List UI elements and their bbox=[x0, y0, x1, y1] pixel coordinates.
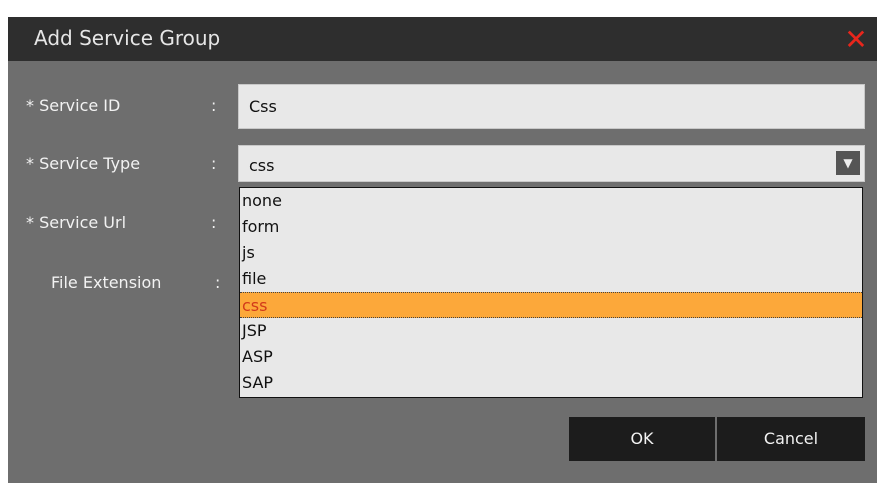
file-extension-colon: : bbox=[215, 273, 221, 292]
add-service-group-dialog: Add Service Group ✕ * Service ID : Css *… bbox=[8, 17, 877, 483]
dropdown-option-form[interactable]: form bbox=[240, 214, 862, 240]
dropdown-option-jsp[interactable]: JSP bbox=[240, 318, 862, 344]
service-type-dropdown[interactable]: none form js file css JSP ASP SAP bbox=[239, 187, 863, 398]
dialog-title: Add Service Group bbox=[34, 26, 221, 50]
service-url-label: * Service Url bbox=[26, 213, 127, 232]
dialog-titlebar: Add Service Group ✕ bbox=[8, 17, 877, 61]
cancel-button[interactable]: Cancel bbox=[717, 417, 865, 461]
service-url-colon: : bbox=[211, 213, 217, 232]
service-id-colon: : bbox=[211, 96, 217, 115]
chevron-down-icon[interactable]: ▼ bbox=[836, 151, 860, 175]
dropdown-option-js[interactable]: js bbox=[240, 240, 862, 266]
dropdown-option-none[interactable]: none bbox=[240, 188, 862, 214]
dropdown-option-css[interactable]: css bbox=[240, 292, 862, 318]
service-id-input[interactable]: Css bbox=[238, 84, 865, 129]
dropdown-option-file[interactable]: file bbox=[240, 266, 862, 292]
service-type-value: css bbox=[249, 156, 275, 175]
file-extension-label: File Extension bbox=[51, 273, 162, 292]
service-type-label: * Service Type bbox=[26, 154, 141, 173]
close-icon[interactable]: ✕ bbox=[841, 25, 871, 55]
dropdown-option-sap[interactable]: SAP bbox=[240, 370, 862, 396]
service-id-label: * Service ID bbox=[26, 96, 121, 115]
service-type-colon: : bbox=[211, 154, 217, 173]
dropdown-option-asp[interactable]: ASP bbox=[240, 344, 862, 370]
ok-button[interactable]: OK bbox=[569, 417, 715, 461]
service-type-select[interactable]: css ▼ bbox=[238, 145, 865, 182]
